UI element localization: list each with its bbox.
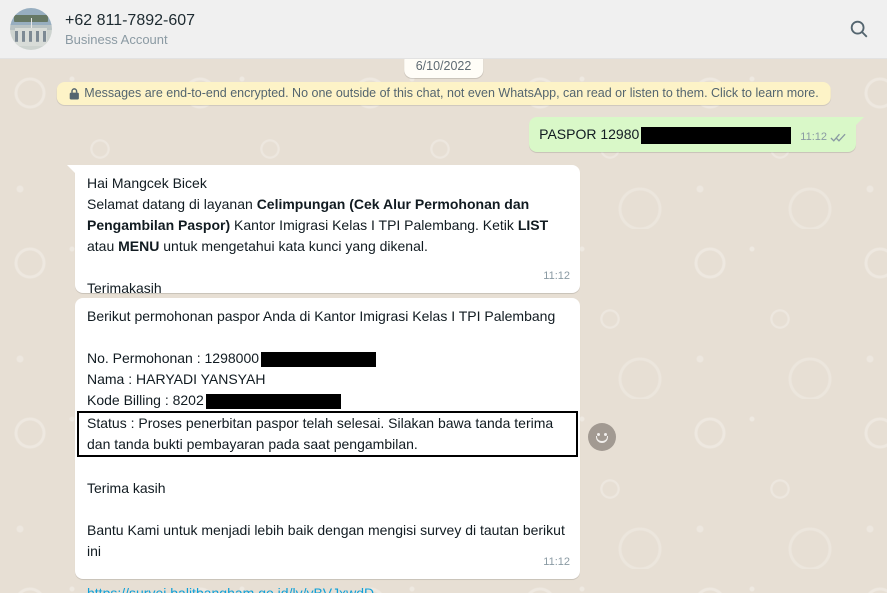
lock-icon — [68, 87, 79, 100]
contact-info[interactable]: +62 811-7892-607 Business Account — [65, 12, 195, 47]
message-time: 11:12 — [543, 266, 570, 287]
outgoing-message-text: PASPOR 12980 — [539, 124, 791, 145]
status-line: Status : Proses penerbitan paspor telah … — [87, 413, 568, 455]
message-time: 11:12 — [800, 127, 827, 148]
blank-line — [87, 327, 569, 348]
thanks-line: Terima kasih — [87, 478, 569, 499]
redaction-bar — [206, 394, 341, 409]
emoji-react-button[interactable] — [588, 423, 616, 451]
incoming-message-status[interactable]: Berikut permohonan paspor Anda di Kantor… — [75, 298, 580, 579]
welcome-paragraph: Selamat datang di layanan Celimpungan (C… — [87, 194, 569, 257]
message-time: 11:12 — [543, 552, 570, 573]
bubble-tail-out — [856, 117, 864, 125]
blank-line — [87, 499, 569, 520]
blank-line — [87, 257, 569, 278]
incoming-message-greeting[interactable]: Hai Mangcek Bicek Selamat datang di laya… — [75, 165, 580, 293]
kode-billing-line: Kode Billing : 8202 — [87, 390, 569, 411]
survey-line-2: ini — [87, 541, 569, 562]
redaction-bar — [261, 352, 376, 367]
date-badge: 6/10/2022 — [404, 59, 484, 78]
redaction-bar — [641, 127, 791, 144]
chat-message-area: 6/10/2022 Messages are end-to-end encryp… — [0, 59, 887, 593]
avatar-building — [15, 28, 47, 46]
intro-line: Berikut permohonan paspor Anda di Kantor… — [87, 306, 569, 327]
blank-line — [87, 457, 569, 478]
business-account-label: Business Account — [65, 32, 195, 47]
bubble-tail-in — [67, 165, 75, 173]
search-button[interactable] — [847, 17, 871, 41]
encryption-notice-text: Messages are end-to-end encrypted. No on… — [84, 86, 818, 100]
chat-header: +62 811-7892-607 Business Account — [0, 0, 887, 59]
double-check-icon — [830, 132, 847, 143]
outgoing-message[interactable]: PASPOR 12980 11:12 — [529, 117, 856, 152]
contact-avatar[interactable] — [10, 8, 52, 50]
message-meta: 11:12 — [800, 127, 847, 148]
status-highlight-box: Status : Proses penerbitan paspor telah … — [77, 411, 578, 457]
blank-line — [87, 562, 569, 583]
nama-line: Nama : HARYADI YANSYAH — [87, 369, 569, 390]
survey-line: Bantu Kami untuk menjadi lebih baik deng… — [87, 520, 569, 541]
contact-phone-number: +62 811-7892-607 — [65, 12, 195, 30]
survey-link[interactable]: https://survei.balitbangham.go.id/ly/yBV… — [87, 585, 374, 593]
greeting-line: Hai Mangcek Bicek — [87, 173, 569, 194]
permohonan-line: No. Permohonan : 1298000 — [87, 348, 569, 369]
closing-line: Terimakasih — [87, 278, 569, 299]
search-icon — [848, 18, 870, 40]
encryption-notice[interactable]: Messages are end-to-end encrypted. No on… — [56, 82, 830, 105]
